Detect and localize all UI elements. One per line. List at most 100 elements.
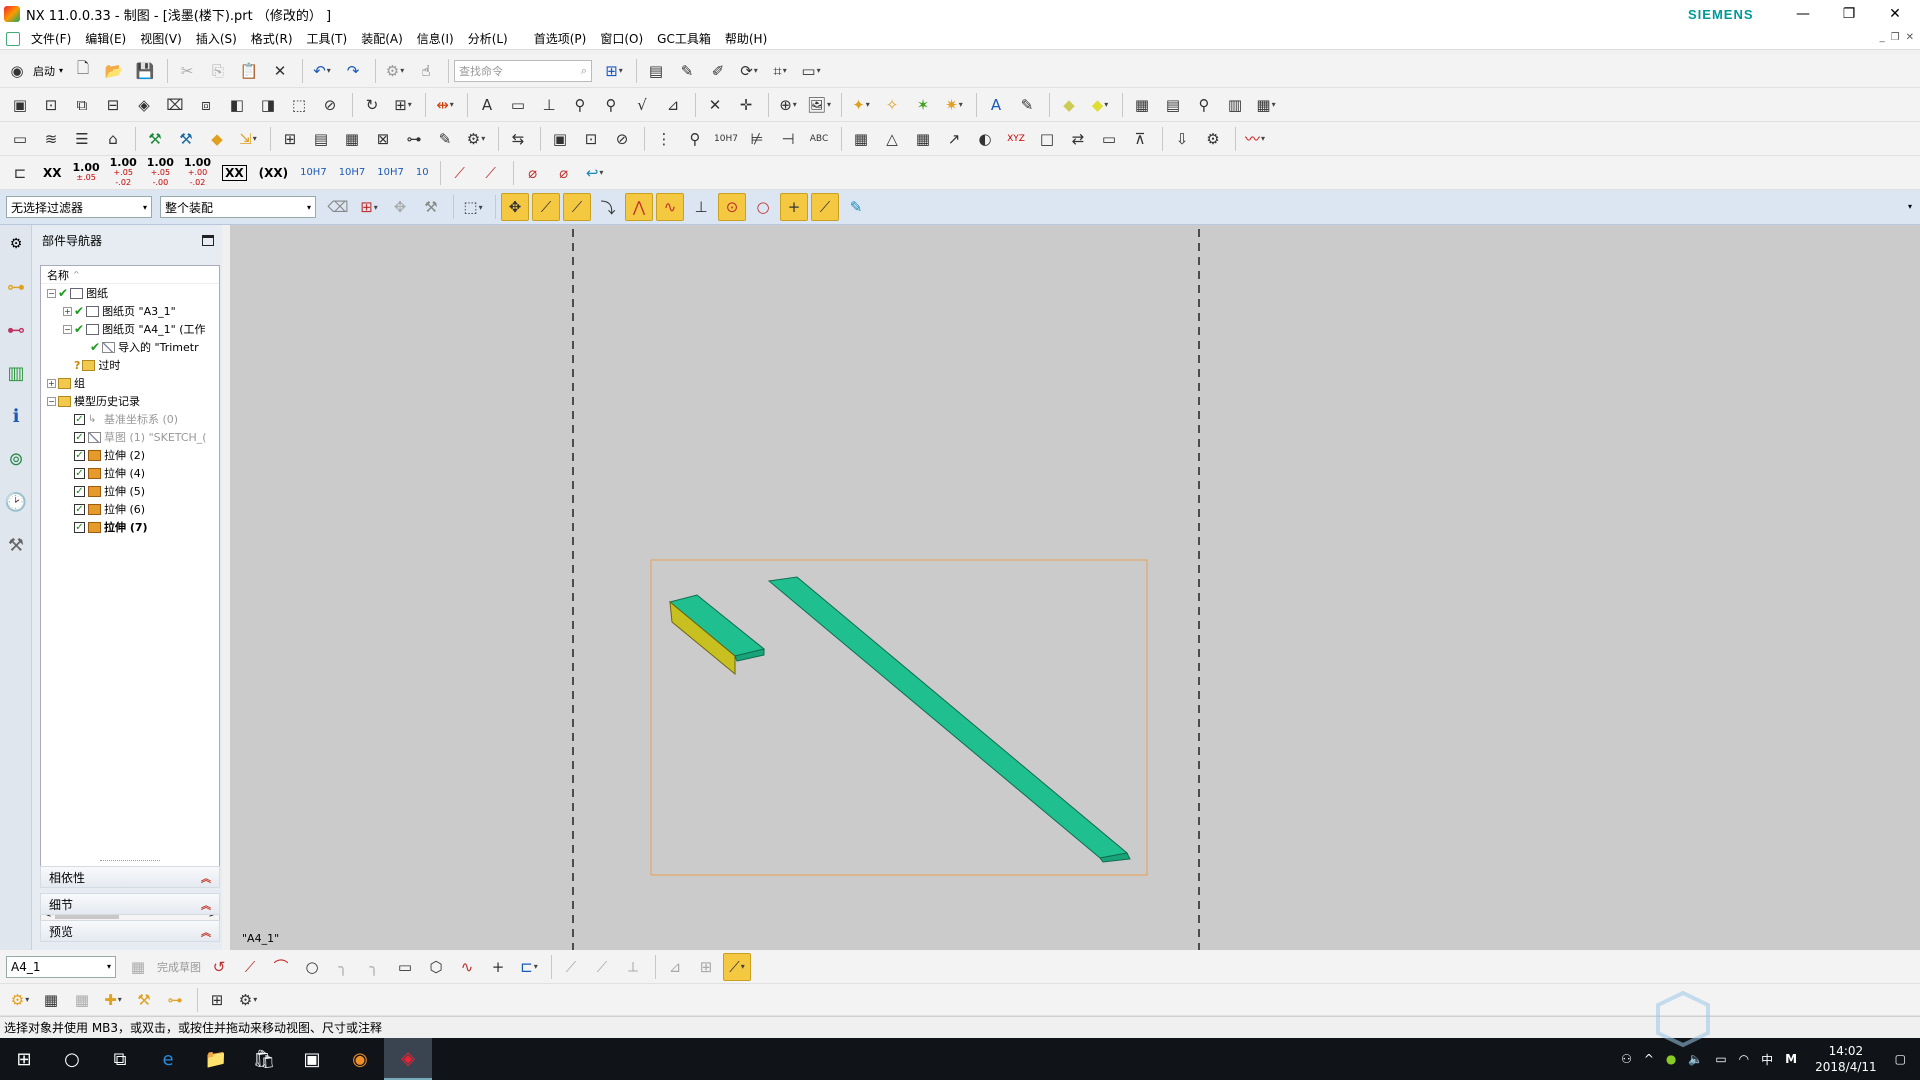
tree-node[interactable]: − ✔ 图纸页 "A4_1" (工作 xyxy=(41,320,219,338)
copy-icon[interactable]: ⎘ xyxy=(204,57,232,85)
graphics-window[interactable]: "A4_1" xyxy=(230,225,1920,950)
section-view-icon[interactable]: ⊟ xyxy=(99,91,127,119)
offset-curve-icon[interactable]: ⊏ xyxy=(515,953,543,981)
type-filter-select[interactable]: 无选择过滤器 ▾ xyxy=(6,196,152,218)
gc-ruler-icon[interactable]: ⊭ xyxy=(743,125,771,153)
volume-icon[interactable]: 🔈 xyxy=(1688,1052,1703,1066)
gc-hammer-icon[interactable]: ⚒ xyxy=(141,125,169,153)
datum-target-icon[interactable]: ⊿ xyxy=(659,91,687,119)
dim-radius-icon[interactable]: ⟋ xyxy=(477,159,505,187)
part-navigator-icon[interactable]: ⊶ xyxy=(3,272,29,302)
image-icon[interactable]: 🖼 xyxy=(805,91,833,119)
gc-settings-icon[interactable]: ⚙ xyxy=(1199,125,1227,153)
menu-edit[interactable]: 编辑(E) xyxy=(78,30,133,47)
open-folder-icon[interactable]: 📂 xyxy=(100,57,128,85)
detail-view-icon[interactable]: ◈ xyxy=(130,91,158,119)
mdi-restore-icon[interactable]: ❐ xyxy=(1891,32,1900,43)
gc-export-icon[interactable]: ⇲ xyxy=(234,125,262,153)
component-tools-icon[interactable]: ⚒ xyxy=(130,986,158,1014)
insert-sheet-icon[interactable]: ⊞ xyxy=(203,986,231,1014)
snap-on-curve-icon[interactable]: ⟋ xyxy=(811,193,839,221)
view-preferences-icon[interactable]: ✐ xyxy=(704,57,732,85)
continuous-auto-dimension-icon[interactable]: ⟋ xyxy=(723,952,751,981)
gc-layers-icon[interactable]: ≋ xyxy=(37,125,65,153)
snap-endpoint-icon[interactable]: ⟋ xyxy=(532,193,560,221)
gc-hatch-icon[interactable]: ⋮ xyxy=(650,125,678,153)
dim-style-icon[interactable]: ⊏ xyxy=(6,159,34,187)
centerline-icon[interactable]: ✛ xyxy=(732,91,760,119)
parts-list-icon[interactable]: ▤ xyxy=(1159,91,1187,119)
close-button[interactable]: ✕ xyxy=(1872,0,1918,28)
people-icon[interactable]: ⚇ xyxy=(1621,1052,1632,1066)
visibility-checkbox[interactable]: ✓ xyxy=(74,521,85,533)
dim-basic-xx[interactable]: XX xyxy=(222,164,247,181)
mdi-minimize-icon[interactable]: _ xyxy=(1880,32,1885,43)
filter-reset-icon[interactable]: ⌫ xyxy=(324,193,352,221)
repeat-command-icon[interactable]: ⚙ xyxy=(381,57,409,85)
clock-history-icon[interactable]: 🕑 xyxy=(3,487,29,517)
menu-gc-toolbox[interactable]: GC工具箱 xyxy=(650,30,718,47)
dim-diameter-icon[interactable]: ⌀ xyxy=(519,159,547,187)
fillet-icon[interactable]: ╮ xyxy=(329,953,357,981)
point-icon[interactable]: + xyxy=(484,953,512,981)
dim-fit-10h7[interactable]: 10H7 xyxy=(300,167,327,178)
grey-box-icon[interactable]: ▦ xyxy=(68,986,96,1014)
gc-circle-icon[interactable]: ◐ xyxy=(971,125,999,153)
fit-view-icon[interactable]: ⊞ xyxy=(600,57,628,85)
snap-intersection-icon[interactable]: ⋀ xyxy=(625,193,653,221)
reuse-library-icon[interactable]: ▥ xyxy=(3,358,29,388)
battery-icon[interactable]: ▭ xyxy=(1715,1052,1726,1066)
gc-measure-icon[interactable]: ⊼ xyxy=(1126,125,1154,153)
gc-cube-icon[interactable]: ◆ xyxy=(203,125,231,153)
quick-trim-icon[interactable]: ⟋ xyxy=(557,953,585,981)
broken-out-section-icon[interactable]: ⊘ xyxy=(316,91,344,119)
collapse-icon[interactable]: − xyxy=(47,288,56,298)
edge-browser-icon[interactable]: e xyxy=(144,1038,192,1080)
layer-settings-icon[interactable]: ▤ xyxy=(642,57,670,85)
general-selection-icon[interactable]: ⊞ xyxy=(355,193,383,221)
web-browser-icon[interactable]: ℹ xyxy=(3,401,29,431)
gc-box-icon[interactable]: □ xyxy=(1033,125,1061,153)
tray-app-icon[interactable]: ● xyxy=(1666,1052,1676,1066)
dim-tolerance-1[interactable]: 1.00 ±.05 xyxy=(73,162,100,183)
drafting-preferences-icon[interactable]: ✎ xyxy=(673,57,701,85)
gc-square-icon[interactable]: ▭ xyxy=(1095,125,1123,153)
gc-border-icon[interactable]: ▣ xyxy=(546,125,574,153)
rectangle-select-icon[interactable]: ⬚ xyxy=(459,193,487,221)
gc-tree-icon[interactable]: ⊶ xyxy=(400,125,428,153)
dim-chamfer-icon[interactable]: ⟋ xyxy=(446,159,474,187)
arc-icon[interactable]: ⌒ xyxy=(267,953,295,981)
media-player-icon[interactable]: ▣ xyxy=(288,1038,336,1080)
datum-feature-symbol-icon[interactable]: ⊥ xyxy=(535,91,563,119)
dependencies-panel-header[interactable]: 相依性 ︽ xyxy=(40,866,220,888)
ime-mode[interactable]: 中 xyxy=(1761,1051,1773,1068)
cut-icon[interactable]: ✂ xyxy=(173,57,201,85)
visibility-checkbox[interactable]: ✓ xyxy=(74,449,85,461)
gc-abc-icon[interactable]: ABC xyxy=(805,125,833,153)
center-mark-icon[interactable]: ⊕ xyxy=(774,91,802,119)
tree-node[interactable]: + ✔ 图纸页 "A3_1" xyxy=(41,302,219,320)
auto-constrain-icon[interactable]: ⊞ xyxy=(692,953,720,981)
nx-taskbar-icon[interactable]: ◈ xyxy=(384,1038,432,1080)
circle-icon[interactable]: ○ xyxy=(298,953,326,981)
tree-node[interactable]: ✔ 导入的 "Trimetr xyxy=(41,338,219,356)
gc-signal-icon[interactable]: 〰 xyxy=(1241,125,1269,153)
ime-letter[interactable]: M xyxy=(1785,1052,1797,1066)
tree-column-header[interactable]: 名称 ^ xyxy=(41,266,219,284)
save-icon[interactable]: 💾 xyxy=(131,57,159,85)
visibility-checkbox[interactable]: ✓ xyxy=(74,503,85,515)
base-view-icon[interactable]: ⊡ xyxy=(37,91,65,119)
task-view-icon[interactable]: ⧉ xyxy=(96,1038,144,1080)
menu-window[interactable]: 窗口(O) xyxy=(593,30,650,47)
tree-node[interactable]: ✓ 拉伸 (6) xyxy=(41,500,219,518)
gc-sheet-icon[interactable]: ▭ xyxy=(6,125,34,153)
visibility-checkbox[interactable]: ✓ xyxy=(74,485,85,497)
polygon-icon[interactable]: ⬡ xyxy=(422,953,450,981)
menu-tools[interactable]: 工具(T) xyxy=(300,30,355,47)
annotation-edit-icon[interactable]: ✎ xyxy=(1013,91,1041,119)
symbol-icon[interactable]: ✦ xyxy=(847,91,875,119)
text-editor-icon[interactable]: A xyxy=(982,91,1010,119)
tree-node[interactable]: − ✔ 图纸 xyxy=(41,284,219,302)
break-view-icon[interactable]: ⌧ xyxy=(161,91,189,119)
snap-control-point-icon[interactable]: ⤵ xyxy=(594,193,622,221)
